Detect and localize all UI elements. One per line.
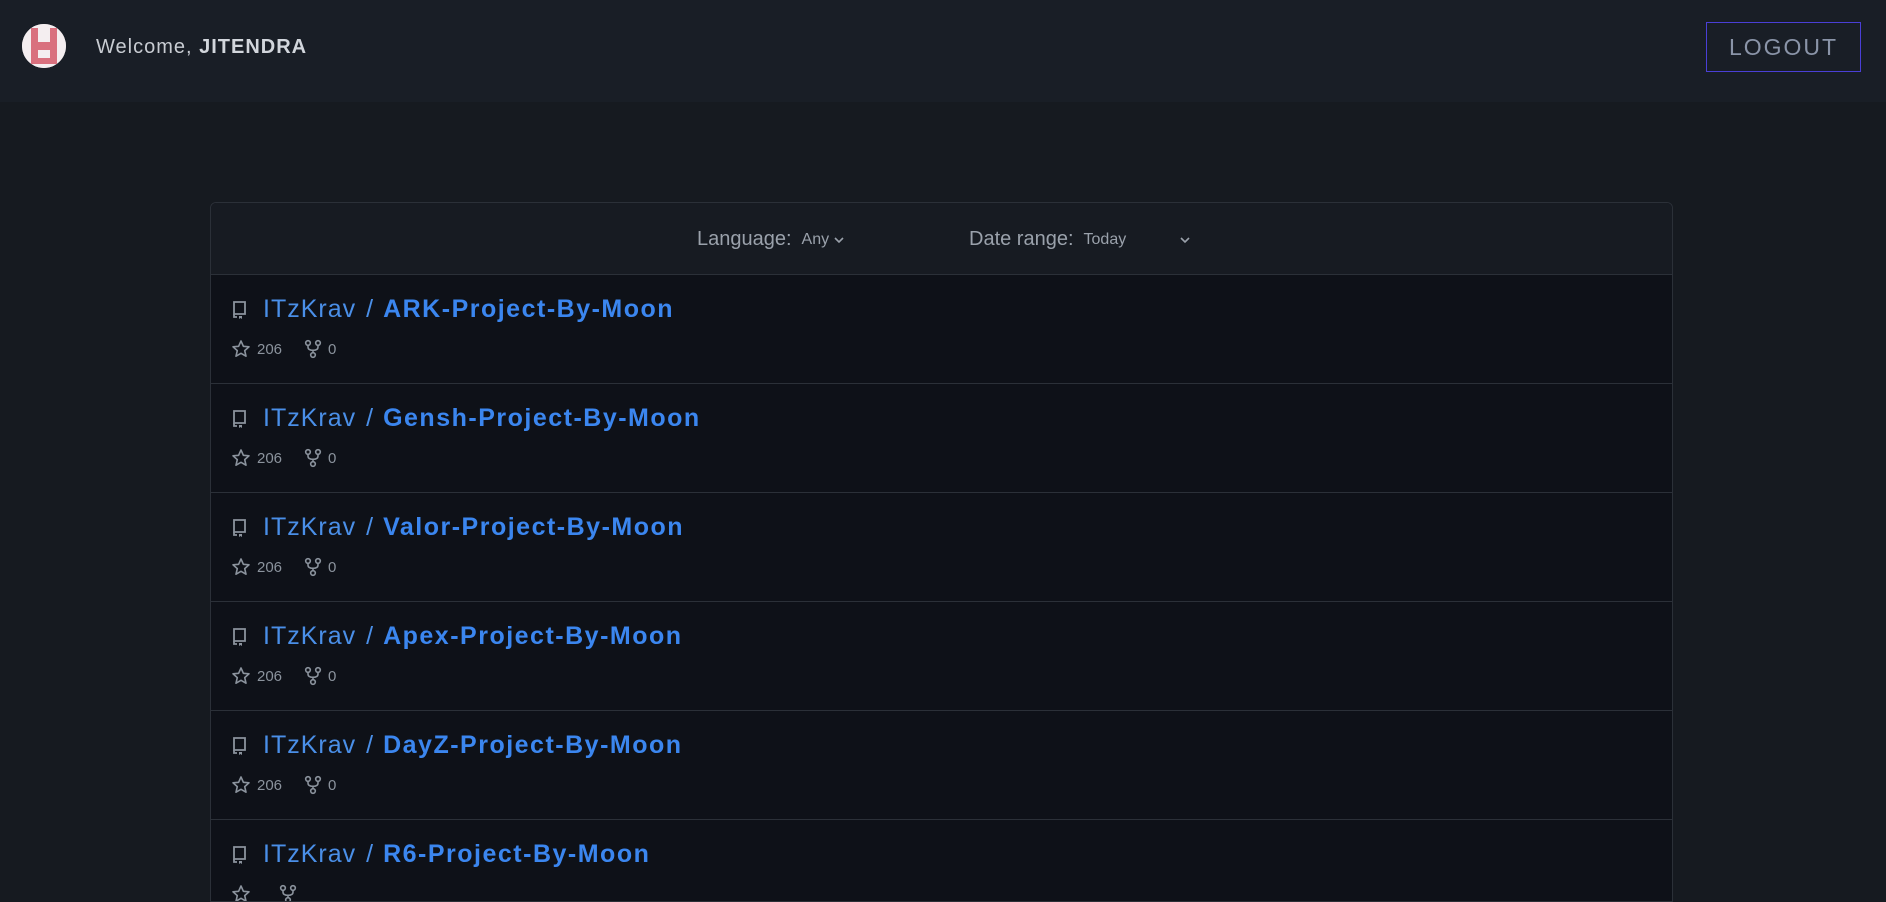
repo-star-count: 206 (257, 449, 283, 467)
repo-path-separator: / (366, 840, 374, 868)
repo-title: ITzKrav / ARK-Project-By-Moon (231, 295, 674, 324)
logout-button[interactable]: LOGOUT (1706, 22, 1861, 72)
repo-path-separator: / (366, 731, 374, 759)
repo-title: ITzKrav / Gensh-Project-By-Moon (231, 404, 701, 433)
repo-fork-count: 0 (328, 449, 337, 467)
repo-owner-link[interactable]: ITzKrav (263, 731, 356, 760)
repo-fork-count: 0 (328, 776, 337, 794)
star-icon (232, 558, 250, 575)
fork-icon (279, 884, 297, 901)
repo-name-link[interactable]: Valor-Project-By-Moon (383, 513, 684, 542)
repo-star-count: 206 (257, 558, 283, 576)
repo-stars[interactable] (231, 884, 257, 901)
repo-meta: 206 0 (231, 775, 358, 795)
repo-fork-count: 0 (328, 340, 337, 358)
repo-path-separator: / (366, 513, 374, 541)
repo-path-separator: / (366, 622, 374, 650)
repo-name-link[interactable]: Apex-Project-By-Moon (383, 622, 682, 651)
repo-row: ITzKrav / Valor-Project-By-Moon 206 0 (211, 493, 1672, 602)
repo-forks[interactable]: 0 (304, 557, 336, 577)
repo-icon (233, 845, 246, 864)
star-icon (232, 340, 250, 357)
language-select[interactable]: Any (802, 231, 847, 249)
avatar-icon (22, 24, 66, 68)
fork-icon (304, 666, 322, 686)
repo-title: ITzKrav / R6-Project-By-Moon (231, 840, 650, 869)
repo-row: ITzKrav / ARK-Project-By-Moon 206 0 (211, 275, 1672, 384)
repo-row: ITzKrav / Apex-Project-By-Moon 206 0 (211, 602, 1672, 711)
date-range-filter-label: Date range: (969, 228, 1074, 250)
fork-icon (304, 557, 322, 577)
repo-meta: 206 0 (231, 666, 358, 686)
top-bar: Welcome, JITENDRA LOGOUT (0, 0, 1886, 102)
repo-name-link[interactable]: Gensh-Project-By-Moon (383, 404, 701, 433)
repo-forks[interactable]: 0 (304, 666, 336, 686)
repo-title: ITzKrav / Valor-Project-By-Moon (231, 513, 684, 542)
repo-icon (233, 409, 246, 428)
welcome-prefix: Welcome, (96, 36, 200, 58)
repo-icon (233, 736, 246, 755)
repo-icon (233, 627, 246, 646)
repo-star-count: 206 (257, 667, 283, 685)
repo-stars[interactable]: 206 (231, 557, 282, 577)
repo-owner-link[interactable]: ITzKrav (263, 513, 356, 542)
repo-path-separator: / (366, 295, 374, 323)
repo-row: ITzKrav / R6-Project-By-Moon (211, 820, 1672, 901)
repo-forks[interactable]: 0 (304, 775, 336, 795)
repo-owner-link[interactable]: ITzKrav (263, 622, 356, 651)
welcome-message: Welcome, JITENDRA (96, 36, 307, 59)
repo-star-count: 206 (257, 776, 283, 794)
repo-stars[interactable]: 206 (231, 339, 282, 359)
star-icon (232, 667, 250, 684)
repo-forks[interactable]: 0 (304, 339, 336, 359)
repo-icon (233, 300, 246, 319)
repo-meta (231, 884, 325, 901)
avatar[interactable] (22, 24, 66, 68)
repo-owner-link[interactable]: ITzKrav (263, 404, 356, 433)
repo-title: ITzKrav / Apex-Project-By-Moon (231, 622, 683, 651)
chevron-down-icon (1179, 236, 1190, 243)
chevron-down-icon (834, 236, 844, 243)
repo-path-separator: / (366, 404, 374, 432)
repo-name-link[interactable]: DayZ-Project-By-Moon (383, 731, 682, 760)
star-icon (232, 449, 250, 466)
date-range-select-value: Today (1083, 230, 1127, 248)
repo-owner-link[interactable]: ITzKrav (263, 840, 356, 869)
repo-name-link[interactable]: ARK-Project-By-Moon (383, 295, 674, 324)
repo-forks[interactable]: 0 (304, 448, 336, 468)
language-filter: Language: Any (697, 228, 846, 251)
repo-forks[interactable] (279, 884, 303, 901)
language-select-value: Any (801, 230, 830, 248)
repo-meta: 206 0 (231, 339, 358, 359)
fork-icon (304, 448, 322, 468)
repo-icon (233, 518, 246, 537)
repo-title: ITzKrav / DayZ-Project-By-Moon (231, 731, 683, 760)
repo-stars[interactable]: 206 (231, 666, 282, 686)
repo-star-count: 206 (257, 340, 283, 358)
repo-row: ITzKrav / Gensh-Project-By-Moon 206 0 (211, 384, 1672, 493)
star-icon (232, 776, 250, 793)
fork-icon (304, 775, 322, 795)
star-icon (232, 885, 250, 901)
repo-owner-link[interactable]: ITzKrav (263, 295, 356, 324)
repo-name-link[interactable]: R6-Project-By-Moon (383, 840, 650, 869)
repo-row: ITzKrav / DayZ-Project-By-Moon 206 0 (211, 711, 1672, 820)
fork-icon (304, 339, 322, 359)
repo-fork-count: 0 (328, 558, 337, 576)
date-range-filter: Date range: Today (969, 228, 1192, 251)
repo-stars[interactable]: 206 (231, 775, 282, 795)
repo-list: ITzKrav / ARK-Project-By-Moon 206 0 ITzK… (211, 275, 1672, 901)
repo-meta: 206 0 (231, 448, 358, 468)
repo-fork-count: 0 (328, 667, 337, 685)
username: JITENDRA (199, 36, 308, 58)
repo-meta: 206 0 (231, 557, 358, 577)
date-range-select[interactable]: Today (1084, 231, 1192, 249)
language-filter-label: Language: (697, 228, 792, 250)
filter-bar: Language: Any Date range: Today (211, 203, 1672, 275)
repo-stars[interactable]: 206 (231, 448, 282, 468)
trending-repos-panel: Language: Any Date range: Today ITzKrav … (210, 202, 1673, 902)
